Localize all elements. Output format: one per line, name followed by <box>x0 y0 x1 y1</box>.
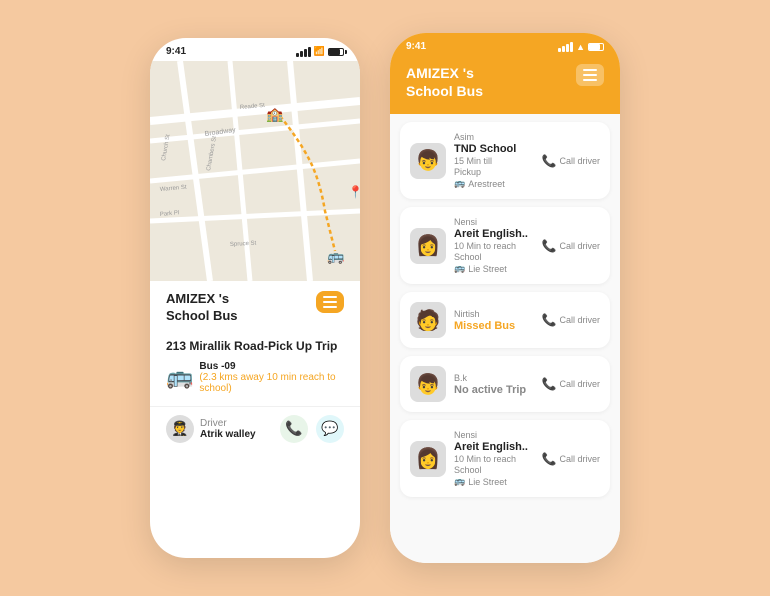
map-area: Broadway Church St Warren St Park Pl Spr… <box>150 61 360 281</box>
call-label: Call driver <box>559 454 600 464</box>
call-button[interactable]: 📞 <box>280 415 308 443</box>
card-avatar: 👦 <box>410 143 446 179</box>
call-driver-button[interactable]: 📞 Call driver <box>542 452 600 466</box>
card-actions: 📞 Call driver <box>542 377 600 391</box>
bus-details: Bus -09 (2.3 kms away 10 min reach to sc… <box>199 361 344 394</box>
card-body: B.k No active Trip <box>454 373 534 396</box>
wifi-icon: 📶 <box>314 46 325 57</box>
card-school: Areit English.. <box>454 441 534 453</box>
left-phone: 9:41 📶 <box>150 38 360 558</box>
card-body: Asim TND School 15 Min tillPickup 🚌Arest… <box>454 132 534 189</box>
card-location: 🚌Lie Street <box>454 263 534 274</box>
card-location: 🚌Arestreet <box>454 178 534 189</box>
driver-name: Atrik walley <box>200 429 256 440</box>
chat-button[interactable]: 💬 <box>316 415 344 443</box>
phones-container: 9:41 📶 <box>150 33 620 563</box>
right-header: AMIZEX 's School Bus <box>390 56 620 114</box>
call-label: Call driver <box>559 156 600 166</box>
call-label: Call driver <box>559 379 600 389</box>
driver-name-label: Nirtish <box>454 309 534 319</box>
call-icon: 📞 <box>542 313 557 327</box>
status-icons-left: 📶 <box>296 46 344 57</box>
driver-actions: 📞 💬 <box>280 415 344 443</box>
card-eta: 10 Min to reach <box>454 454 534 464</box>
card-avatar: 👦 <box>410 366 446 402</box>
call-label: Call driver <box>559 315 600 325</box>
right-phone: 9:41 ▲ AMIZEX 's School Bus <box>390 33 620 563</box>
trip-card: 👦 Asim TND School 15 Min tillPickup 🚌Are… <box>400 122 610 199</box>
time-left: 9:41 <box>166 46 186 57</box>
left-phone-header: AMIZEX 's School Bus <box>150 281 360 331</box>
card-school: TND School <box>454 143 534 155</box>
signal-icon <box>296 47 311 57</box>
driver-name-label: Nensi <box>454 430 534 440</box>
card-eta: 10 Min to reach <box>454 241 534 251</box>
card-school: Areit English.. <box>454 228 534 240</box>
driver-name-label: B.k <box>454 373 534 383</box>
bus-row: 🚌 Bus -09 (2.3 kms away 10 min reach to … <box>166 361 344 394</box>
card-actions: 📞 Call driver <box>542 452 600 466</box>
call-driver-button[interactable]: 📞 Call driver <box>542 154 600 168</box>
call-label: Call driver <box>559 241 600 251</box>
trip-card: 👩 Nensi Areit English.. 10 Min to reachS… <box>400 420 610 497</box>
status-bar-right: 9:41 ▲ <box>390 33 620 56</box>
status-icons-right: ▲ <box>558 42 604 52</box>
trip-card: 👩 Nensi Areit English.. 10 Min to reachS… <box>400 207 610 284</box>
card-avatar: 🧑 <box>410 302 446 338</box>
driver-row: 🧑‍✈️ Driver Atrik walley 📞 💬 <box>150 406 360 451</box>
bus-number: Bus -09 <box>199 361 344 372</box>
trip-card: 🧑 Nirtish Missed Bus 📞 Call driver <box>400 292 610 348</box>
time-right: 9:41 <box>406 41 426 52</box>
driver-name-label: Nensi <box>454 217 534 227</box>
cards-list: 👦 Asim TND School 15 Min tillPickup 🚌Are… <box>390 114 620 563</box>
call-icon: 📞 <box>542 239 557 253</box>
wifi-icon-right: ▲ <box>576 42 585 52</box>
trip-title: 213 Mirallik Road-Pick Up Trip <box>166 339 344 353</box>
bus-icon: 🚌 <box>166 364 193 390</box>
signal-icon-right <box>558 42 573 52</box>
driver-left: 🧑‍✈️ Driver Atrik walley <box>166 415 256 443</box>
card-school: No active Trip <box>454 384 534 396</box>
card-action: School <box>454 465 534 475</box>
trip-info: 213 Mirallik Road-Pick Up Trip 🚌 Bus -09… <box>150 331 360 400</box>
svg-text:🏫: 🏫 <box>266 106 284 123</box>
call-driver-button[interactable]: 📞 Call driver <box>542 377 600 391</box>
status-bar-left: 9:41 📶 <box>150 38 360 61</box>
card-body: Nensi Areit English.. 10 Min to reachSch… <box>454 430 534 487</box>
trip-card: 👦 B.k No active Trip 📞 Call driver <box>400 356 610 412</box>
card-location: 🚌Lie Street <box>454 476 534 487</box>
driver-info: Driver Atrik walley <box>200 418 256 440</box>
card-actions: 📞 Call driver <box>542 154 600 168</box>
call-driver-button[interactable]: 📞 Call driver <box>542 239 600 253</box>
card-school: Missed Bus <box>454 320 534 332</box>
driver-name-label: Asim <box>454 132 534 142</box>
battery-icon-right <box>588 43 604 51</box>
call-icon: 📞 <box>542 377 557 391</box>
card-action: School <box>454 252 534 262</box>
call-icon: 📞 <box>542 154 557 168</box>
call-driver-button[interactable]: 📞 Call driver <box>542 313 600 327</box>
card-actions: 📞 Call driver <box>542 239 600 253</box>
card-actions: 📞 Call driver <box>542 313 600 327</box>
app-title-right: AMIZEX 's School Bus <box>406 64 483 100</box>
bus-eta: (2.3 kms away 10 min reach to school) <box>199 372 344 394</box>
map-svg: Broadway Church St Warren St Park Pl Spr… <box>150 61 360 281</box>
app-title-left: AMIZEX 's School Bus <box>166 291 238 325</box>
menu-button-left[interactable] <box>316 291 344 313</box>
driver-label: Driver <box>200 418 256 429</box>
call-icon: 📞 <box>542 452 557 466</box>
driver-avatar: 🧑‍✈️ <box>166 415 194 443</box>
card-body: Nirtish Missed Bus <box>454 309 534 332</box>
menu-button-right[interactable] <box>576 64 604 86</box>
card-avatar: 👩 <box>410 228 446 264</box>
card-avatar: 👩 <box>410 441 446 477</box>
svg-text:🚌: 🚌 <box>327 248 345 265</box>
card-eta: 15 Min till <box>454 156 534 166</box>
card-body: Nensi Areit English.. 10 Min to reachSch… <box>454 217 534 274</box>
battery-icon <box>328 48 344 56</box>
card-action: Pickup <box>454 167 534 177</box>
svg-text:📍: 📍 <box>348 185 360 199</box>
